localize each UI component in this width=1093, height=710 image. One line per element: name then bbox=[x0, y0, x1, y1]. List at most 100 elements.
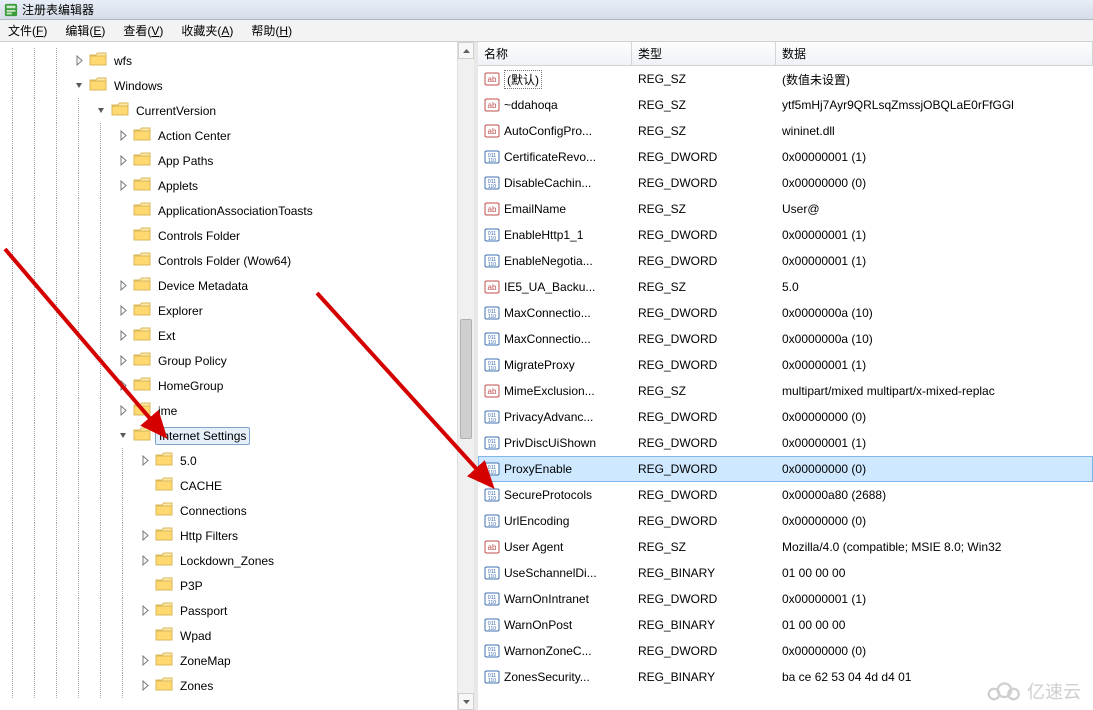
value-row[interactable]: 011110CertificateRevo...REG_DWORD0x00000… bbox=[478, 144, 1093, 170]
value-name-cell[interactable]: 011110UseSchannelDi... bbox=[478, 565, 632, 581]
tree-item[interactable]: Zones bbox=[0, 673, 474, 698]
value-row[interactable]: ab(默认)REG_SZ(数值未设置) bbox=[478, 66, 1093, 92]
expand-icon[interactable] bbox=[74, 55, 85, 66]
tree-item[interactable]: ApplicationAssociationToasts bbox=[0, 198, 474, 223]
value-name-cell[interactable]: 011110WarnOnPost bbox=[478, 617, 632, 633]
tree-item[interactable]: wfs bbox=[0, 48, 474, 73]
expand-icon[interactable] bbox=[118, 280, 129, 291]
tree-item[interactable]: Lockdown_Zones bbox=[0, 548, 474, 573]
value-name-cell[interactable]: 011110SecureProtocols bbox=[478, 487, 632, 503]
tree-item-label[interactable]: Connections bbox=[177, 503, 250, 519]
value-name-cell[interactable]: 011110PrivDiscUiShown bbox=[478, 435, 632, 451]
value-name-cell[interactable]: 011110CertificateRevo... bbox=[478, 149, 632, 165]
tree-item-label[interactable]: P3P bbox=[177, 578, 206, 594]
tree-item-label[interactable]: CurrentVersion bbox=[133, 103, 219, 119]
tree-scrollbar[interactable] bbox=[457, 42, 474, 710]
expand-icon[interactable] bbox=[118, 355, 129, 366]
tree-item-label[interactable]: Controls Folder (Wow64) bbox=[155, 253, 294, 269]
list-header[interactable]: 名称 类型 数据 bbox=[478, 42, 1093, 66]
menu-item-a[interactable]: 收藏夹(A) bbox=[177, 20, 237, 41]
tree-item-label[interactable]: Lockdown_Zones bbox=[177, 553, 277, 569]
tree-item[interactable]: ZoneMap bbox=[0, 648, 474, 673]
value-name-cell[interactable]: ab~ddahoqa bbox=[478, 97, 632, 113]
menu-item-h[interactable]: 帮助(H) bbox=[247, 20, 296, 41]
tree-item-label[interactable]: Wpad bbox=[177, 628, 214, 644]
scroll-up-button[interactable] bbox=[458, 42, 474, 59]
tree-item[interactable]: ime bbox=[0, 398, 474, 423]
value-name-cell[interactable]: 011110UrlEncoding bbox=[478, 513, 632, 529]
tree-item[interactable]: 5.0 bbox=[0, 448, 474, 473]
value-row[interactable]: abIE5_UA_Backu...REG_SZ5.0 bbox=[478, 274, 1093, 300]
value-row[interactable]: 011110MigrateProxyREG_DWORD0x00000001 (1… bbox=[478, 352, 1093, 378]
tree-item[interactable]: Group Policy bbox=[0, 348, 474, 373]
tree-item-label[interactable]: 5.0 bbox=[177, 453, 200, 469]
tree-item[interactable]: Explorer bbox=[0, 298, 474, 323]
value-row[interactable]: 011110PrivDiscUiShownREG_DWORD0x00000001… bbox=[478, 430, 1093, 456]
value-name-cell[interactable]: abAutoConfigPro... bbox=[478, 123, 632, 139]
tree-item[interactable]: Action Center bbox=[0, 123, 474, 148]
tree-item[interactable]: Controls Folder (Wow64) bbox=[0, 248, 474, 273]
column-type[interactable]: 类型 bbox=[632, 42, 776, 65]
value-name-cell[interactable]: 011110WarnOnIntranet bbox=[478, 591, 632, 607]
tree-item-label[interactable]: App Paths bbox=[155, 153, 216, 169]
value-name-cell[interactable]: 011110MaxConnectio... bbox=[478, 331, 632, 347]
tree-item[interactable]: Connections bbox=[0, 498, 474, 523]
tree-item[interactable]: Ext bbox=[0, 323, 474, 348]
expand-icon[interactable] bbox=[140, 530, 151, 541]
tree-item[interactable]: Wpad bbox=[0, 623, 474, 648]
tree-item[interactable]: App Paths bbox=[0, 148, 474, 173]
value-row[interactable]: 011110UrlEncodingREG_DWORD0x00000000 (0) bbox=[478, 508, 1093, 534]
value-row[interactable]: abAutoConfigPro...REG_SZwininet.dll bbox=[478, 118, 1093, 144]
collapse-icon[interactable] bbox=[118, 430, 129, 441]
value-row[interactable]: 011110EnableNegotia...REG_DWORD0x0000000… bbox=[478, 248, 1093, 274]
value-row[interactable]: 011110WarnOnPostREG_BINARY01 00 00 00 bbox=[478, 612, 1093, 638]
value-row[interactable]: ab~ddahoqaREG_SZytf5mHj7Ayr9QRLsqZmssjOB… bbox=[478, 92, 1093, 118]
value-row[interactable]: 011110MaxConnectio...REG_DWORD0x0000000a… bbox=[478, 326, 1093, 352]
scroll-track[interactable] bbox=[458, 59, 474, 693]
tree-item-label[interactable]: ZoneMap bbox=[177, 653, 234, 669]
value-row[interactable]: 011110SecureProtocolsREG_DWORD0x00000a80… bbox=[478, 482, 1093, 508]
tree-item[interactable]: P3P bbox=[0, 573, 474, 598]
value-row[interactable]: 011110WarnOnIntranetREG_DWORD0x00000001 … bbox=[478, 586, 1093, 612]
expand-icon[interactable] bbox=[140, 455, 151, 466]
tree-item-label[interactable]: Http Filters bbox=[177, 528, 241, 544]
tree-item[interactable]: Windows bbox=[0, 73, 474, 98]
tree-item-label[interactable]: ApplicationAssociationToasts bbox=[155, 203, 316, 219]
value-name-cell[interactable]: 011110DisableCachin... bbox=[478, 175, 632, 191]
value-name-cell[interactable]: 011110ZonesSecurity... bbox=[478, 669, 632, 685]
tree-item-label[interactable]: Controls Folder bbox=[155, 228, 243, 244]
value-name-cell[interactable]: 011110EnableHttp1_1 bbox=[478, 227, 632, 243]
tree-item-label[interactable]: HomeGroup bbox=[155, 378, 226, 394]
tree-item-label[interactable]: wfs bbox=[111, 53, 135, 69]
value-name-cell[interactable]: abMimeExclusion... bbox=[478, 383, 632, 399]
tree-item[interactable]: Passport bbox=[0, 598, 474, 623]
value-name-cell[interactable]: 011110MigrateProxy bbox=[478, 357, 632, 373]
value-name-cell[interactable]: 011110WarnonZoneC... bbox=[478, 643, 632, 659]
tree-item-label[interactable]: Windows bbox=[111, 78, 166, 94]
tree-item-label[interactable]: Group Policy bbox=[155, 353, 230, 369]
expand-icon[interactable] bbox=[118, 180, 129, 191]
value-row[interactable]: 011110MaxConnectio...REG_DWORD0x0000000a… bbox=[478, 300, 1093, 326]
menu-item-f[interactable]: 文件(F) bbox=[4, 20, 51, 41]
value-row[interactable]: 011110UseSchannelDi...REG_BINARY01 00 00… bbox=[478, 560, 1093, 586]
tree-item[interactable]: HomeGroup bbox=[0, 373, 474, 398]
values-list[interactable]: ab(默认)REG_SZ(数值未设置)ab~ddahoqaREG_SZytf5m… bbox=[478, 66, 1093, 710]
tree-item-label[interactable]: Action Center bbox=[155, 128, 234, 144]
value-name-cell[interactable]: abEmailName bbox=[478, 201, 632, 217]
tree-item-label[interactable]: Device Metadata bbox=[155, 278, 251, 294]
scroll-down-button[interactable] bbox=[458, 693, 474, 710]
menu-item-v[interactable]: 查看(V) bbox=[119, 20, 167, 41]
tree-item[interactable]: Internet Settings bbox=[0, 423, 474, 448]
expand-icon[interactable] bbox=[118, 155, 129, 166]
tree-item-label[interactable]: CACHE bbox=[177, 478, 225, 494]
value-row[interactable]: abMimeExclusion...REG_SZmultipart/mixed … bbox=[478, 378, 1093, 404]
registry-tree[interactable]: wfs Windows CurrentVersion Action Center App… bbox=[0, 42, 474, 710]
tree-item[interactable]: Http Filters bbox=[0, 523, 474, 548]
expand-icon[interactable] bbox=[118, 305, 129, 316]
tree-item[interactable]: Applets bbox=[0, 173, 474, 198]
expand-icon[interactable] bbox=[118, 330, 129, 341]
scroll-thumb[interactable] bbox=[460, 319, 472, 439]
value-row[interactable]: 011110PrivacyAdvanc...REG_DWORD0x0000000… bbox=[478, 404, 1093, 430]
value-name-cell[interactable]: ab(默认) bbox=[478, 70, 632, 89]
value-name-cell[interactable]: 011110EnableNegotia... bbox=[478, 253, 632, 269]
